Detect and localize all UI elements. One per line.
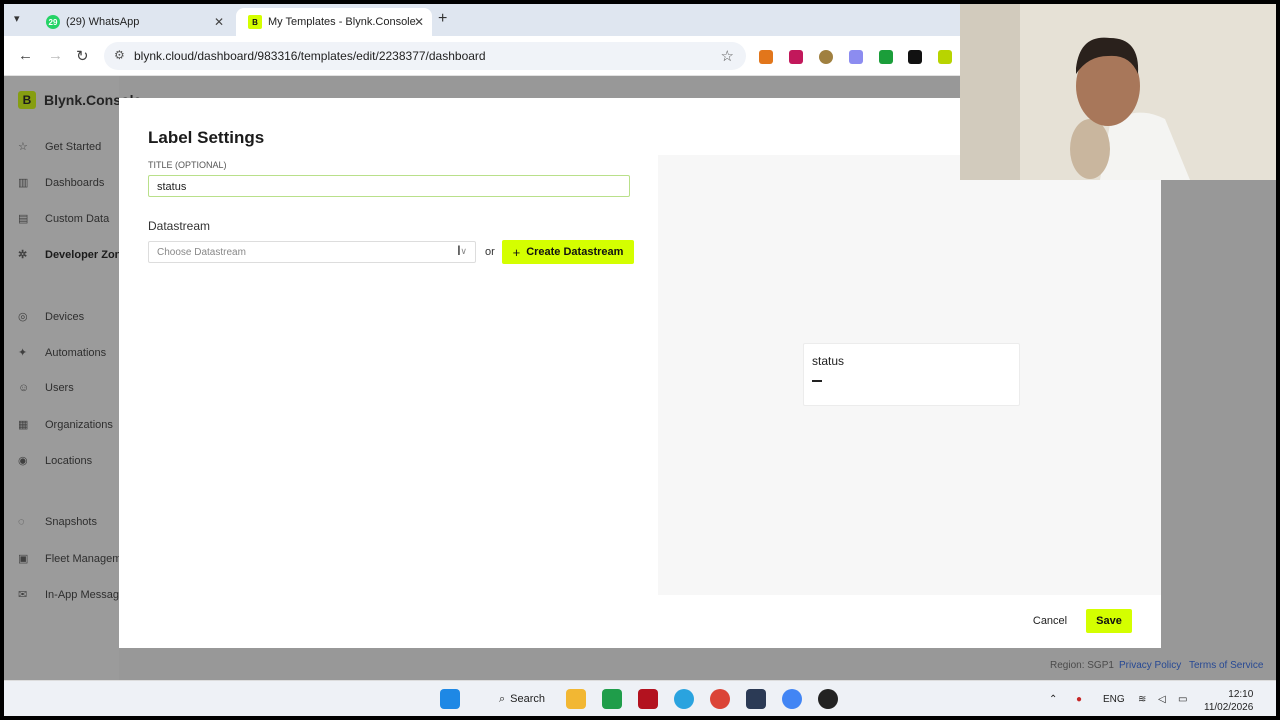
- webcam-person-image: [960, 4, 1276, 180]
- search-icon: ⌕: [498, 692, 506, 705]
- xbox-icon[interactable]: [602, 689, 622, 709]
- app-red-icon[interactable]: [638, 689, 658, 709]
- modal-title: Label Settings: [148, 128, 265, 147]
- forward-icon[interactable]: →: [48, 47, 63, 64]
- create-datastream-label: Create Datastream: [526, 246, 624, 258]
- create-datastream-button[interactable]: + Create Datastream: [502, 240, 634, 264]
- reload-icon[interactable]: ↻: [76, 47, 89, 65]
- plus-icon: +: [512, 244, 521, 260]
- text-cursor-icon: I: [457, 242, 461, 258]
- webcam-overlay: [960, 4, 1276, 180]
- cloud-extension-icon[interactable]: [849, 50, 863, 64]
- snipping-tool-icon[interactable]: [746, 689, 766, 709]
- obs-icon[interactable]: [818, 689, 838, 709]
- chevron-down-icon: ∨: [460, 246, 467, 256]
- telegram-icon[interactable]: [674, 689, 694, 709]
- datastream-select[interactable]: Choose Datastream ∨: [148, 241, 476, 263]
- puzzle-extension-icon[interactable]: [879, 50, 893, 64]
- metamask-extension-icon[interactable]: [759, 50, 773, 64]
- modal-footer: Cancel Save: [119, 595, 1161, 648]
- volume-icon[interactable]: ◁: [1158, 694, 1166, 705]
- tab-label: (29) WhatsApp: [66, 16, 140, 28]
- battery-icon[interactable]: ▭: [1178, 694, 1187, 705]
- whatsapp-icon: 29: [46, 15, 60, 29]
- clock-date: 11/02/2026: [1204, 702, 1254, 713]
- datastream-placeholder: Choose Datastream: [157, 247, 246, 258]
- or-text: or: [485, 246, 495, 258]
- chrome-icon[interactable]: [710, 689, 730, 709]
- save-button[interactable]: Save: [1086, 609, 1132, 633]
- language-indicator[interactable]: ENG: [1103, 694, 1125, 705]
- title-field-label: TITLE (OPTIONAL): [148, 160, 227, 170]
- clock-time: 12:10: [1228, 689, 1254, 700]
- close-tab-icon[interactable]: ✕: [214, 15, 224, 29]
- cancel-button[interactable]: Cancel: [1029, 609, 1071, 633]
- file-explorer-icon[interactable]: [566, 689, 586, 709]
- coin-extension-icon[interactable]: [819, 50, 833, 64]
- new-tab-icon[interactable]: +: [438, 10, 447, 28]
- tab-blynk-console[interactable]: B My Templates - Blynk.Console ✕: [236, 8, 432, 36]
- lightning-extension-icon[interactable]: [938, 50, 952, 64]
- taskbar-search-label: Search: [510, 693, 546, 705]
- system-clock[interactable]: 12:10 11/02/2026: [1204, 688, 1253, 714]
- taskbar-search[interactable]: ⌕ Search: [486, 688, 558, 710]
- microphone-icon[interactable]: ●: [1076, 694, 1082, 705]
- screen: ▾ 29 (29) WhatsApp ✕ B My Templates - Bl…: [4, 4, 1276, 716]
- tab-whatsapp[interactable]: 29 (29) WhatsApp ✕: [34, 8, 232, 36]
- datastream-label: Datastream: [148, 219, 211, 233]
- back-icon[interactable]: ←: [18, 47, 33, 64]
- shield-extension-icon[interactable]: [789, 50, 803, 64]
- address-bar[interactable]: ⚙ blynk.cloud/dashboard/983316/templates…: [104, 42, 746, 70]
- widget-preview-pane: status: [658, 155, 1161, 595]
- tray-overflow-icon[interactable]: ⌃: [1049, 694, 1057, 705]
- refresh-extension-icon[interactable]: [908, 50, 922, 64]
- close-tab-icon[interactable]: ✕: [414, 15, 424, 29]
- bookmark-star-icon[interactable]: ☆: [721, 47, 734, 65]
- windows-start-icon[interactable]: [440, 689, 460, 709]
- title-input[interactable]: status: [148, 175, 630, 197]
- tab-label: My Templates - Blynk.Console: [268, 16, 416, 28]
- url-text: blynk.cloud/dashboard/983316/templates/e…: [134, 49, 486, 63]
- taskbar: ⌕ Search ⌃ ● ENG ≋ ◁ ▭ 12:10 11/02/2026: [4, 680, 1276, 716]
- label-widget-preview: status: [803, 343, 1020, 406]
- preview-title: status: [812, 354, 845, 368]
- preview-value: [812, 380, 822, 382]
- label-settings-modal: Label Settings TITLE (OPTIONAL) status D…: [119, 98, 1161, 648]
- wifi-icon[interactable]: ≋: [1138, 694, 1146, 705]
- site-info-icon[interactable]: ⚙: [114, 48, 125, 62]
- blynk-icon: B: [248, 15, 262, 29]
- tab-search-chevron-icon[interactable]: ▾: [14, 12, 20, 25]
- chrome-active-icon[interactable]: [782, 689, 802, 709]
